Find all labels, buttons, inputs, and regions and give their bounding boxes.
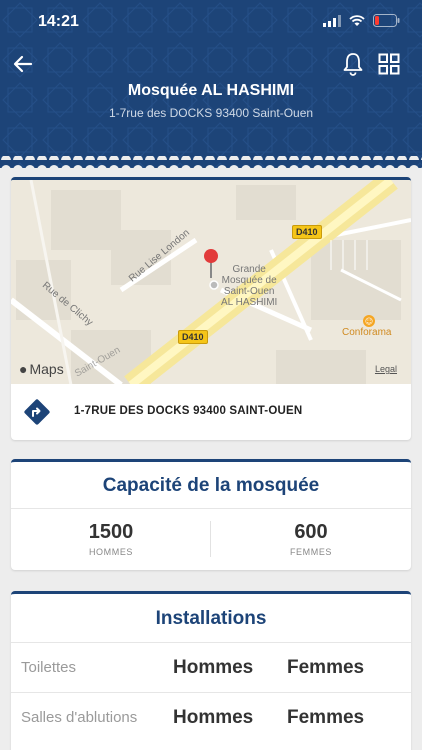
installation-women: Femmes: [287, 657, 365, 678]
men-count: 1500: [88, 521, 134, 543]
signal-icon: [323, 14, 341, 27]
location-card: ☺ D410 D410 Rue Lise London Rue de Clich…: [11, 177, 411, 440]
installation-men: Hommes: [173, 707, 254, 728]
capacity-card: Capacité de la mosquée 1500 HOMMES 600 F…: [11, 459, 411, 570]
bell-icon: [343, 53, 363, 76]
legal-link[interactable]: Legal: [375, 364, 397, 374]
wifi-icon: [349, 14, 365, 26]
notifications-button[interactable]: [339, 50, 367, 78]
arrow-left-icon: [13, 55, 33, 73]
poi-label: Grande Mosquée de Saint-Ouen AL HASHIMI: [221, 264, 278, 308]
installation-row: Toilettes Hommes Femmes: [11, 643, 411, 693]
map-view[interactable]: ☺ D410 D410 Rue Lise London Rue de Clich…: [11, 180, 411, 384]
installation-label: Salles d'ablutions: [21, 709, 138, 726]
status-icons: [323, 14, 400, 27]
maps-brand: ● Maps: [19, 361, 64, 377]
men-label: HOMMES: [88, 547, 134, 557]
installation-row: Salles d'ablutions Hommes Femmes: [11, 693, 411, 743]
installation-label: Toilettes: [21, 659, 77, 676]
grid-menu-button[interactable]: [375, 50, 403, 78]
directions-icon: [24, 399, 50, 425]
capacity-row: 1500 HOMMES 600 FEMMES: [11, 509, 411, 569]
women-count: 600: [294, 521, 328, 543]
status-time: 14:21: [38, 13, 79, 30]
grid-icon: [378, 53, 400, 75]
installation-women: Femmes: [287, 707, 365, 728]
road-badge: D410: [292, 225, 322, 239]
battery-icon: [373, 14, 400, 27]
apple-logo-icon: ●: [19, 361, 28, 377]
page-subtitle: 1-7rue des DOCKS 93400 Saint-Ouen: [108, 106, 314, 120]
capacity-men: 1500 HOMMES: [11, 509, 211, 569]
road-badge: D410: [178, 330, 208, 344]
svg-text:☺: ☺: [365, 317, 373, 326]
header: 14:21 Mosquée AL HASHIMI 1-7rue des DOCK…: [0, 0, 422, 168]
installation-men: Hommes: [173, 657, 254, 678]
capacity-divider: [210, 521, 211, 557]
capacity-women: 600 FEMMES: [211, 509, 411, 569]
store-label: Conforama: [342, 327, 392, 338]
women-label: FEMMES: [289, 547, 333, 557]
back-button[interactable]: [9, 50, 37, 78]
address-text: 1-7RUE DES DOCKS 93400 SAINT-OUEN: [74, 405, 303, 417]
page-title: Mosquée AL HASHIMI: [127, 82, 295, 99]
map-graphics: ☺: [11, 180, 411, 384]
installations-card: Installations Toilettes Hommes Femmes Sa…: [11, 591, 411, 750]
address-row[interactable]: 1-7RUE DES DOCKS 93400 SAINT-OUEN: [11, 384, 411, 439]
installations-title: Installations: [11, 594, 411, 643]
capacity-title: Capacité de la mosquée: [11, 462, 411, 509]
status-bar: 14:21: [0, 0, 422, 44]
